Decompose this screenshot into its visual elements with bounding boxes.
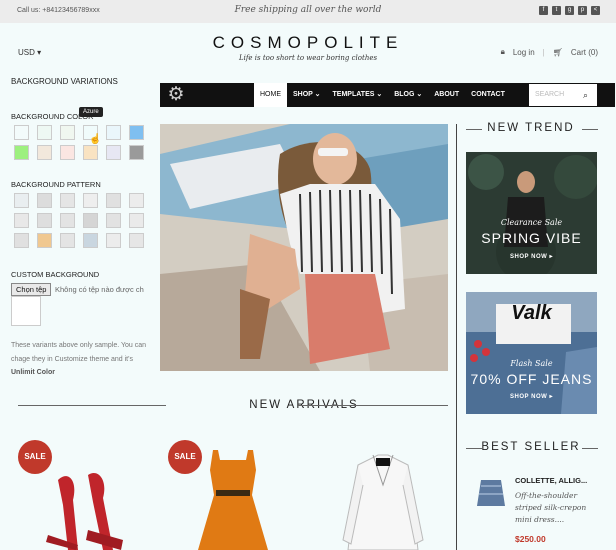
heading-rule — [298, 405, 448, 406]
pattern-swatch[interactable] — [106, 193, 121, 208]
pattern-swatch[interactable] — [14, 213, 29, 228]
cart-link[interactable]: Cart (0) — [571, 48, 598, 57]
pattern-swatch[interactable] — [83, 193, 98, 208]
pattern-swatch[interactable] — [60, 233, 75, 248]
social-links: f t g p < — [539, 6, 600, 15]
pattern-swatch[interactable] — [37, 233, 52, 248]
custom-bg-label: CUSTOM BACKGROUND — [11, 270, 100, 279]
note-highlight: Unlimit Color — [11, 369, 55, 376]
login-link[interactable]: Log in — [513, 48, 535, 57]
divider: | — [542, 47, 545, 57]
color-swatch[interactable] — [37, 145, 52, 160]
pattern-swatch[interactable] — [60, 193, 75, 208]
pattern-swatches — [14, 193, 144, 248]
pattern-swatch[interactable] — [83, 213, 98, 228]
pattern-swatch[interactable] — [37, 213, 52, 228]
heading-rule — [582, 448, 598, 449]
swatch-tooltip: Azure — [79, 107, 103, 117]
best-seller-thumb[interactable] — [473, 476, 509, 510]
color-swatch[interactable] — [129, 145, 144, 160]
lock-icon: 🔒︎ — [500, 47, 505, 56]
color-swatch[interactable] — [60, 145, 75, 160]
color-swatch[interactable] — [106, 145, 121, 160]
share-icon[interactable]: < — [591, 6, 600, 15]
new-trend-title: NEW TREND — [487, 122, 575, 134]
nav-home[interactable]: HOME — [254, 83, 287, 107]
nav-about[interactable]: ABOUT — [428, 83, 465, 107]
pointer-cursor-icon: ☝ — [89, 134, 102, 145]
color-swatch[interactable] — [14, 125, 29, 140]
panel-title: BACKGROUND VARIATIONS — [11, 77, 118, 86]
color-swatch[interactable] — [14, 145, 29, 160]
choose-file-button[interactable]: Chọn tệp — [11, 283, 52, 296]
hero-photo — [160, 124, 448, 371]
banner2-small: Flash Sale — [510, 359, 553, 368]
pattern-swatch[interactable] — [106, 213, 121, 228]
column-divider — [456, 124, 457, 550]
pattern-swatch[interactable] — [83, 233, 98, 248]
best-seller-title: BEST SELLER — [481, 441, 581, 453]
search-icon[interactable]: ⌕ — [583, 84, 588, 106]
shipping-text: Free shipping all over the world — [234, 5, 382, 15]
banner2-shop-now[interactable]: SHOP NOW ▸ — [466, 393, 597, 400]
banner2-big: 70% OFF JEANS — [470, 371, 593, 387]
color-swatch[interactable] — [37, 125, 52, 140]
banner1-big: SPRING VIBE — [481, 230, 582, 246]
best-seller-name[interactable]: COLLETTE, ALLIG... — [515, 476, 587, 485]
spring-vibe-banner[interactable]: Clearance Sale SPRING VIBE SHOP NOW ▸ — [466, 152, 597, 274]
pattern-swatch[interactable] — [129, 233, 144, 248]
account-links: 🔒︎ Log in | 🛒︎ Cart (0) — [501, 47, 598, 57]
heading-rule — [18, 405, 166, 406]
pattern-swatch[interactable] — [60, 213, 75, 228]
facebook-icon[interactable]: f — [539, 6, 548, 15]
file-status: Không có tệp nào được ch — [55, 285, 144, 294]
banner2-print: Valk — [511, 302, 552, 324]
color-swatch[interactable] — [129, 125, 144, 140]
nav-end — [597, 84, 615, 106]
heading-rule — [582, 129, 598, 130]
color-swatch[interactable] — [60, 125, 75, 140]
sale-badge: SALE — [168, 440, 202, 474]
sale-badge: SALE — [18, 440, 52, 474]
hero-image[interactable] — [160, 124, 448, 371]
cart-icon: 🛒︎ — [552, 47, 563, 57]
pattern-swatch[interactable] — [37, 193, 52, 208]
pattern-swatch[interactable] — [14, 233, 29, 248]
color-swatch[interactable] — [83, 145, 98, 160]
google-plus-icon[interactable]: g — [565, 6, 574, 15]
best-seller-price: $250.00 — [515, 534, 546, 544]
bg-pattern-label: BACKGROUND PATTERN — [11, 180, 101, 189]
banner1-shop-now[interactable]: SHOP NOW ▸ — [466, 253, 597, 260]
pattern-swatch[interactable] — [106, 233, 121, 248]
nav-templates[interactable]: TEMPLATES ⌄ — [327, 83, 389, 107]
product-card[interactable] — [318, 440, 448, 550]
pinterest-icon[interactable]: p — [578, 6, 587, 15]
pattern-swatch[interactable] — [129, 213, 144, 228]
custom-bg-preview — [11, 296, 41, 326]
product-image — [342, 454, 424, 550]
search-input[interactable]: SEARCH ⌕ — [529, 84, 597, 106]
color-swatches — [14, 125, 144, 160]
nav-blog[interactable]: BLOG ⌄ — [388, 83, 428, 107]
pattern-swatch[interactable] — [14, 193, 29, 208]
pattern-swatch[interactable] — [129, 193, 144, 208]
panel-note: These variants above only sample. You ca… — [11, 342, 147, 376]
gear-icon[interactable]: ⚙ — [163, 84, 189, 106]
top-bar: Call us: +84123456789xxx Free shipping a… — [0, 0, 616, 23]
best-seller-desc: Off-the-shoulder striped silk-crepon min… — [515, 491, 587, 524]
banner1-small: Clearance Sale — [500, 218, 563, 227]
nav-shop[interactable]: SHOP ⌄ — [287, 83, 327, 107]
jeans-banner[interactable]: Valk Flash Sale 70% OFF JEANS SHOP NOW ▸ — [466, 292, 597, 414]
color-swatch[interactable] — [106, 125, 121, 140]
nav-contact[interactable]: CONTACT — [465, 83, 511, 107]
nav-items: HOME SHOP ⌄ TEMPLATES ⌄ BLOG ⌄ ABOUT CON… — [254, 83, 511, 107]
twitter-icon[interactable]: t — [552, 6, 561, 15]
